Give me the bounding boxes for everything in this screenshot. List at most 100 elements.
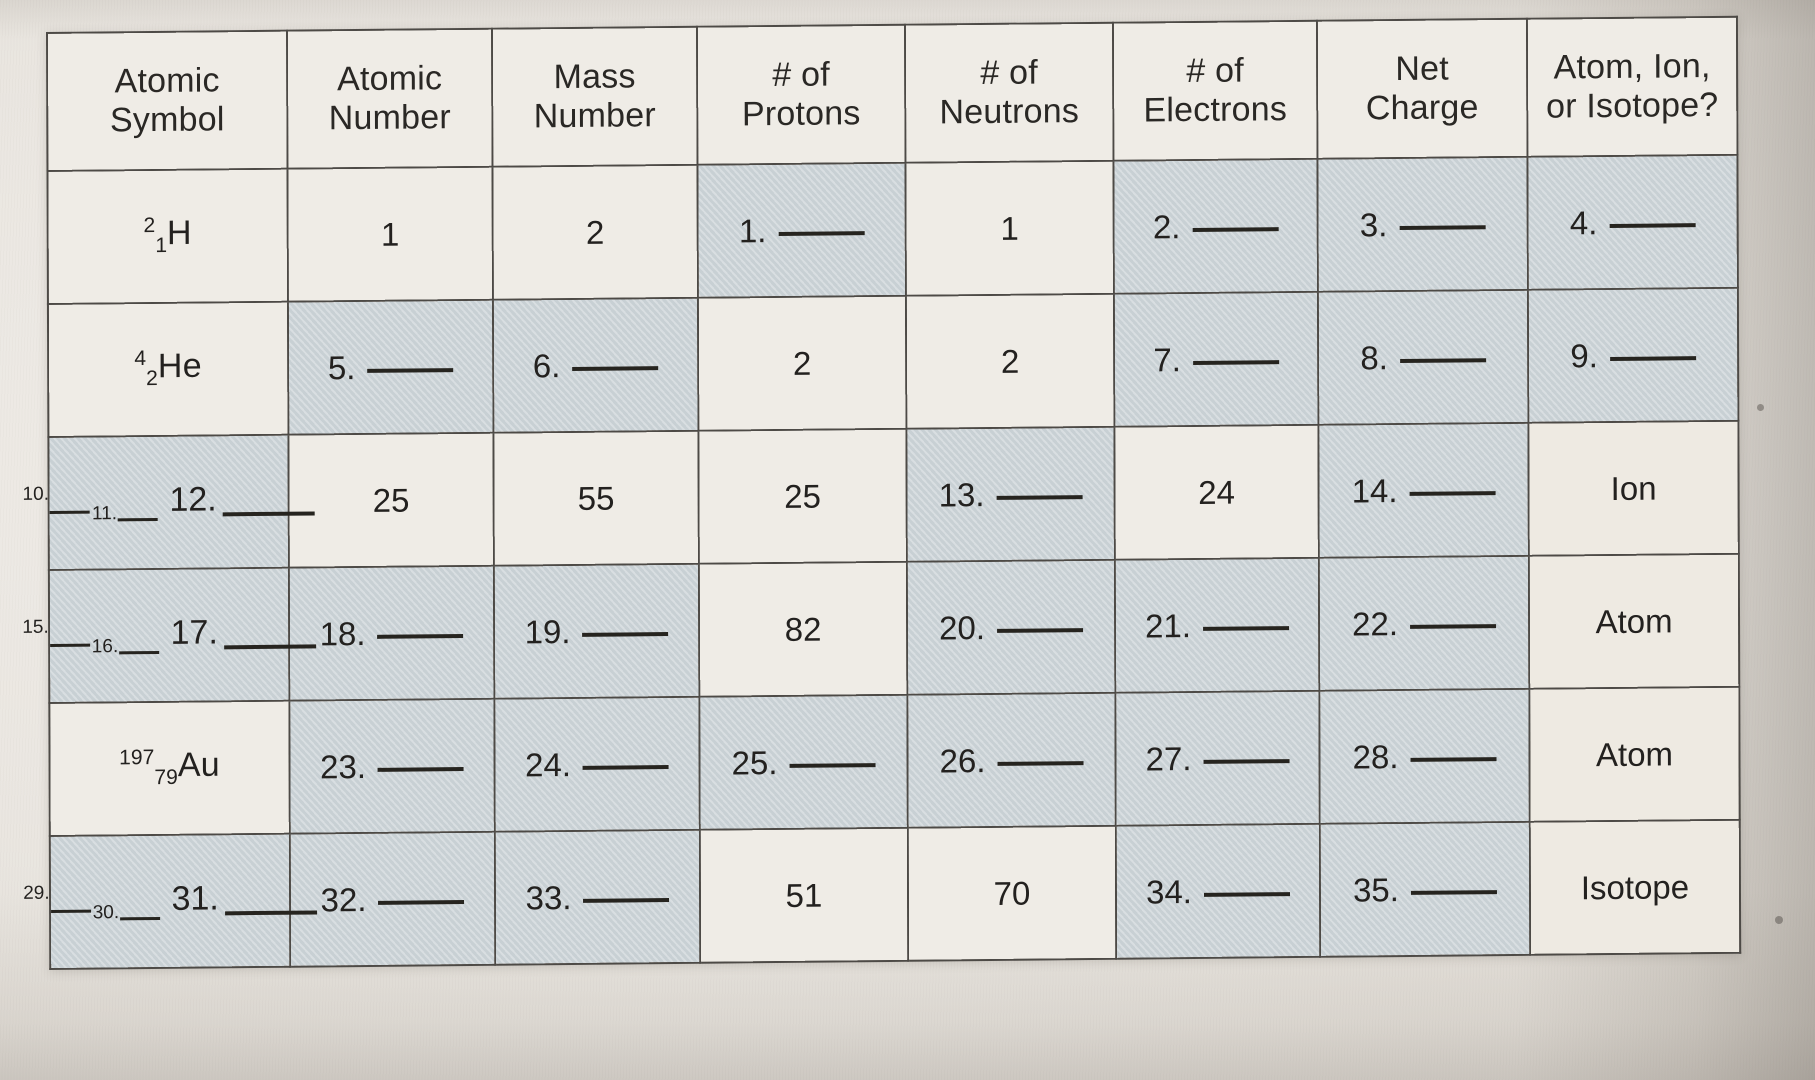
question-number: 6. xyxy=(532,346,561,384)
cell-atomic-symbol[interactable]: 10. 11. 12. xyxy=(22,434,315,570)
cell-mass-number[interactable]: 19. xyxy=(493,563,700,699)
column-header-electrons: # of Electrons xyxy=(1112,20,1318,161)
cell-value: 1 xyxy=(1000,209,1019,247)
cell-electron-count[interactable]: 21. xyxy=(1114,557,1320,693)
cell-net-charge[interactable]: 22. xyxy=(1318,555,1530,691)
answer-blank-line[interactable] xyxy=(1410,756,1497,762)
answer-blank-line[interactable] xyxy=(997,760,1084,766)
mass-number-superscript: 2 xyxy=(143,214,156,238)
answer-blank-line[interactable] xyxy=(118,517,159,521)
cell-mass-number[interactable]: 24. xyxy=(494,696,700,832)
cell-proton-count[interactable]: 25. xyxy=(699,694,908,830)
cell-electron-count[interactable]: 2. xyxy=(1113,158,1318,294)
answer-blank-line[interactable] xyxy=(1202,625,1290,631)
cell-electron-count[interactable]: 7. xyxy=(1113,291,1319,427)
cell-net-charge[interactable]: 8. xyxy=(1317,289,1529,425)
question-number: 7. xyxy=(1153,340,1181,378)
column-header-label: Atom, Ion, or Isotope? xyxy=(1546,46,1719,126)
cell-electron-count[interactable]: 34. xyxy=(1115,823,1321,959)
question-number: 18. xyxy=(319,614,366,652)
answer-blank-line[interactable] xyxy=(1609,222,1696,228)
cell-neutron-count[interactable]: 26. xyxy=(907,692,1116,828)
column-header-protons: # of Protons xyxy=(696,24,906,165)
cell-classification: Isotope xyxy=(1529,819,1741,955)
cell-atomic-number: 1 xyxy=(287,166,493,302)
answer-blank-line[interactable] xyxy=(582,631,669,637)
answer-blank-line[interactable] xyxy=(572,365,659,371)
cell-classification: Atom xyxy=(1528,553,1740,689)
answer-blank-line[interactable] xyxy=(49,643,90,647)
atomic-number-subscript: 1 xyxy=(155,234,168,258)
answer-blank-line[interactable] xyxy=(1203,891,1290,897)
table-row: 19779Au 23. 24. 25. 26. 27. 28. Atom xyxy=(49,686,1740,837)
answer-blank-line[interactable] xyxy=(378,899,465,905)
answer-blank-line[interactable] xyxy=(367,367,454,373)
cell-atomic-number: 25 xyxy=(288,432,494,568)
particle-count-table: Atomic Symbol Atomic Number Mass Number … xyxy=(22,16,1741,970)
cell-net-charge[interactable]: 35. xyxy=(1319,821,1531,957)
question-number-element: 31. xyxy=(162,878,219,918)
cell-atomic-symbol[interactable]: 15. 16. 17. xyxy=(22,567,316,703)
answer-blank-line[interactable] xyxy=(1192,226,1279,232)
question-number-element: 17. xyxy=(161,612,218,652)
answer-blank-line[interactable] xyxy=(1399,224,1486,230)
cell-electron-count[interactable]: 27. xyxy=(1115,690,1320,826)
cell-mass-number: 55 xyxy=(493,430,699,566)
answer-blank-line[interactable] xyxy=(1192,359,1279,365)
answer-blank-line[interactable] xyxy=(377,633,464,639)
cell-net-charge[interactable]: 3. xyxy=(1317,156,1528,292)
answer-blank-line[interactable] xyxy=(1409,490,1496,496)
cell-atomic-number[interactable]: 5. xyxy=(287,299,494,435)
cell-atomic-symbol[interactable]: 19779Au xyxy=(49,700,290,837)
answer-blank-line[interactable] xyxy=(996,494,1083,500)
answer-blank-line[interactable] xyxy=(119,650,160,654)
cell-atomic-number[interactable]: 23. xyxy=(289,698,495,834)
cell-mass-number[interactable]: 33. xyxy=(494,829,701,965)
cell-atomic-symbol[interactable]: 42He xyxy=(47,301,289,437)
worksheet-table-container: Atomic Symbol Atomic Number Mass Number … xyxy=(22,16,1741,970)
question-number: 24. xyxy=(525,745,572,783)
cell-proton-count[interactable]: 1. xyxy=(697,162,906,298)
answer-blank-line[interactable] xyxy=(1203,758,1290,764)
column-header-classification: Atom, Ion, or Isotope? xyxy=(1526,16,1738,157)
answer-blank-line[interactable] xyxy=(778,230,865,236)
isotope-notation-blanks: 10. 11. 12. xyxy=(22,479,315,526)
answer-blank-line[interactable] xyxy=(50,510,91,514)
cell-net-charge[interactable]: 14. xyxy=(1318,422,1529,558)
answer-blank-line[interactable] xyxy=(789,762,876,768)
cell-atomic-symbol[interactable]: 21H xyxy=(47,168,288,304)
answer-blank-line[interactable] xyxy=(50,909,91,913)
cell-value: Atom xyxy=(1595,601,1673,640)
cell-neutron-count[interactable]: 13. xyxy=(906,426,1115,562)
cell-value: 1 xyxy=(380,215,400,253)
question-number: 25. xyxy=(731,743,778,781)
question-number: 1. xyxy=(738,211,767,249)
cell-value: 24 xyxy=(1198,473,1236,511)
answer-blank-line[interactable] xyxy=(1399,357,1486,363)
answer-blank-line[interactable] xyxy=(582,764,670,770)
cell-atomic-number[interactable]: 18. xyxy=(288,565,495,701)
answer-blank-line[interactable] xyxy=(997,627,1084,633)
answer-blank-line[interactable] xyxy=(1409,623,1496,629)
answer-blank-line[interactable] xyxy=(1410,889,1497,895)
cell-neutron-count[interactable]: 20. xyxy=(906,559,1116,695)
cell-classification[interactable]: 9. xyxy=(1527,287,1739,423)
answer-blank-line[interactable] xyxy=(120,916,161,920)
atomic-number-subscript: 79 xyxy=(154,766,178,790)
cell-net-charge[interactable]: 28. xyxy=(1319,688,1530,824)
question-number-element: 12. xyxy=(159,479,217,519)
question-number: 26. xyxy=(939,741,986,779)
column-header-label: # of Neutrons xyxy=(939,53,1080,132)
cell-atomic-number[interactable]: 32. xyxy=(289,831,496,967)
question-number: 13. xyxy=(938,475,985,513)
answer-blank-line[interactable] xyxy=(378,766,465,772)
question-number: 27. xyxy=(1145,739,1192,777)
cell-classification[interactable]: 4. xyxy=(1527,154,1738,290)
cell-atomic-symbol[interactable]: 29. 30. 31. xyxy=(23,833,317,970)
element-symbol: Au xyxy=(177,746,221,785)
cell-neutron-count: 1 xyxy=(905,160,1114,296)
isotope-notation: 42He xyxy=(134,347,202,392)
cell-mass-number[interactable]: 6. xyxy=(492,297,699,433)
answer-blank-line[interactable] xyxy=(1609,355,1696,361)
answer-blank-line[interactable] xyxy=(583,897,670,903)
